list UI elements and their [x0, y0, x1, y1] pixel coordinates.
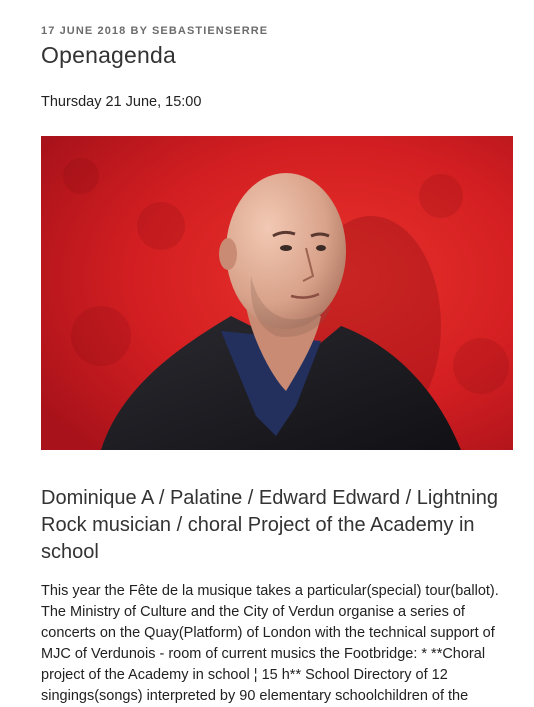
event-image	[41, 136, 513, 450]
page-title: Openagenda	[41, 42, 177, 68]
entry-meta: 17 JUNE 2018 BY SEBASTIENSERRE	[41, 25, 268, 37]
author-link[interactable]: SEBASTIENSERRE	[152, 25, 268, 37]
event-description: This year the Fête de la musique takes a…	[41, 583, 499, 704]
event-heading: Dominique A / Palatine / Edward Edward /…	[41, 487, 498, 563]
event-date: Thursday 21 June, 15:00	[41, 94, 202, 110]
byline-prefix: BY	[130, 25, 148, 37]
post-date-link[interactable]: 17 JUNE 2018	[41, 25, 126, 37]
